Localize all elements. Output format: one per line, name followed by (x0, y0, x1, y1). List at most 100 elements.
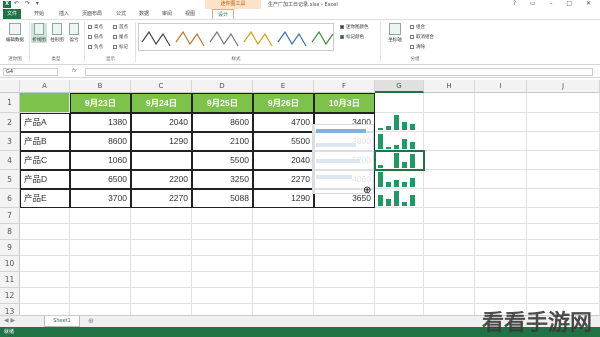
grid-cell[interactable] (527, 189, 600, 208)
value-cell[interactable]: 1290 (253, 189, 314, 208)
header-cell-date[interactable]: 9月24日 (131, 93, 192, 113)
quick-access-toolbar[interactable]: ↶ ↷ ▾ (14, 0, 41, 7)
grid-cell[interactable] (475, 272, 527, 288)
grid-cell[interactable] (475, 240, 527, 256)
row-header-4[interactable]: 4 (0, 151, 20, 170)
negative-point-checkbox[interactable]: 负点 (88, 44, 103, 50)
grid-cell[interactable] (314, 272, 375, 288)
row-header-7[interactable]: 7 (0, 208, 20, 224)
value-cell[interactable] (131, 151, 192, 170)
formula-input[interactable] (85, 68, 593, 76)
product-name-cell[interactable]: 产品A (20, 113, 70, 132)
value-cell[interactable]: 8600 (70, 132, 131, 151)
row-header-9[interactable]: 9 (0, 240, 20, 256)
grid-cell[interactable] (20, 288, 70, 304)
grid-cell[interactable] (527, 132, 600, 151)
grid-cell[interactable] (424, 240, 475, 256)
value-cell[interactable]: 1060 (70, 151, 131, 170)
value-cell[interactable]: 4700 (253, 113, 314, 132)
low-point-checkbox[interactable]: 低点 (88, 34, 103, 40)
grid-cell[interactable] (70, 288, 131, 304)
value-cell[interactable]: 8600 (192, 113, 253, 132)
grid-cell[interactable] (192, 240, 253, 256)
grid-cell[interactable] (527, 272, 600, 288)
grid-cell[interactable] (475, 208, 527, 224)
line-type-button[interactable]: 折线图 (31, 23, 47, 43)
value-cell[interactable]: 5088 (192, 189, 253, 208)
grid-cell[interactable] (475, 256, 527, 272)
grid-cell[interactable] (20, 272, 70, 288)
grid-cell[interactable] (314, 208, 375, 224)
value-cell[interactable]: 3250 (192, 170, 253, 189)
grid-cell[interactable] (424, 224, 475, 240)
grid-cell[interactable] (424, 93, 475, 113)
column-header-d[interactable]: D (192, 80, 253, 93)
value-cell[interactable]: 2040 (253, 151, 314, 170)
tab-file[interactable]: 文件 (3, 9, 21, 19)
grid-cell[interactable] (192, 256, 253, 272)
row-header-5[interactable]: 5 (0, 170, 20, 189)
grid-cell[interactable] (314, 288, 375, 304)
column-header-c[interactable]: C (131, 80, 192, 93)
grid-cell[interactable] (527, 208, 600, 224)
sparkline-style-gallery[interactable] (138, 23, 334, 51)
grid-cell[interactable] (527, 170, 600, 189)
column-header-e[interactable]: E (253, 80, 314, 93)
grid-cell[interactable] (20, 240, 70, 256)
row-header-1[interactable]: 1 (0, 93, 20, 113)
grid-cell[interactable] (527, 93, 600, 113)
grid-cell[interactable] (70, 224, 131, 240)
grid-cell[interactable] (475, 170, 527, 189)
row-header-3[interactable]: 3 (0, 132, 20, 151)
value-cell[interactable]: 2270 (131, 189, 192, 208)
grid-cell[interactable] (527, 113, 600, 132)
column-header-b[interactable]: B (70, 80, 131, 93)
header-cell-a1[interactable] (20, 93, 70, 113)
grid-cell[interactable] (527, 224, 600, 240)
grid-cell[interactable] (253, 256, 314, 272)
sparkline-color-button[interactable]: 迷你图颜色 (340, 24, 369, 30)
grid-cell[interactable] (475, 113, 527, 132)
value-cell[interactable]: 2270 (253, 170, 314, 189)
grid-cell[interactable] (192, 288, 253, 304)
grid-cell[interactable] (131, 272, 192, 288)
grid-cell[interactable] (253, 224, 314, 240)
grid-cell[interactable] (527, 240, 600, 256)
grid-cell[interactable] (475, 189, 527, 208)
value-cell[interactable]: 5500 (192, 151, 253, 170)
insert-function-icon[interactable]: fx (72, 68, 77, 74)
grid-cell[interactable] (475, 93, 527, 113)
first-point-checkbox[interactable]: 首点 (113, 24, 128, 30)
grid-cell[interactable] (131, 256, 192, 272)
grid-cell[interactable] (20, 256, 70, 272)
grid-cell[interactable] (131, 224, 192, 240)
grid-cell[interactable] (424, 170, 475, 189)
value-cell[interactable]: 1290 (131, 132, 192, 151)
grid-cell[interactable] (527, 288, 600, 304)
grid-cell[interactable] (424, 151, 475, 170)
grid-cell[interactable] (20, 208, 70, 224)
product-name-cell[interactable]: 产品C (20, 151, 70, 170)
grid-cell[interactable] (192, 272, 253, 288)
grid-cell[interactable] (20, 224, 70, 240)
ungroup-button[interactable]: 取消组合 (410, 34, 434, 40)
grid-cell[interactable] (424, 272, 475, 288)
product-name-cell[interactable]: 产品D (20, 170, 70, 189)
value-cell[interactable]: 5500 (253, 132, 314, 151)
grid-cell[interactable] (131, 240, 192, 256)
grid-cell[interactable] (375, 288, 424, 304)
grid-cell[interactable] (527, 256, 600, 272)
value-cell[interactable]: 2200 (131, 170, 192, 189)
add-sheet-icon[interactable]: ⊕ (88, 317, 94, 325)
grid-cell[interactable] (375, 272, 424, 288)
tab-page-layout[interactable]: 页面布局 (78, 9, 106, 19)
column-header-j[interactable]: J (527, 80, 600, 93)
row-header-2[interactable]: 2 (0, 113, 20, 132)
tab-home[interactable]: 开始 (30, 9, 48, 19)
tab-view[interactable]: 视图 (181, 9, 199, 19)
grid-cell[interactable] (375, 256, 424, 272)
grid-cell[interactable] (424, 113, 475, 132)
row-header-11[interactable]: 11 (0, 272, 20, 288)
grid-cell[interactable] (475, 132, 527, 151)
select-all-corner[interactable] (0, 80, 20, 93)
